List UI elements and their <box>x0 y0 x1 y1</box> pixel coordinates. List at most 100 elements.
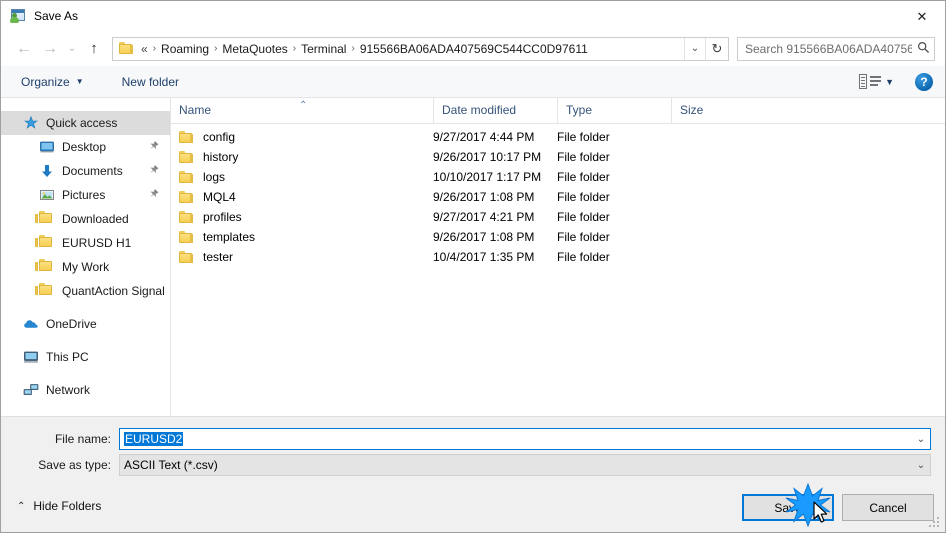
search-icon <box>912 41 934 57</box>
column-header-name[interactable]: Name ⌃ <box>171 98 433 123</box>
sidebar-item-label: Documents <box>62 164 123 178</box>
search-input[interactable]: Search 915566BA06ADA40756... <box>737 36 935 61</box>
sidebar-item-label: My Work <box>62 260 110 274</box>
hide-folders-button[interactable]: ⌃ Hide Folders <box>17 499 101 513</box>
dialog-body: Quick access Desktop Documents Pictures … <box>1 98 945 416</box>
close-icon[interactable]: ✕ <box>899 1 945 31</box>
pin-icon[interactable] <box>144 138 162 156</box>
folder-icon <box>35 283 55 299</box>
file-type-cell: File folder <box>557 130 610 144</box>
up-one-level-icon[interactable]: ↑ <box>81 36 107 62</box>
monitor-icon <box>39 139 55 155</box>
file-name-row: File name: EURUSD2 ⌄ <box>1 428 945 450</box>
address-bar[interactable]: « › Roaming › MetaQuotes › Terminal › 91… <box>112 36 729 61</box>
table-row[interactable]: MQL4 9/26/2017 1:08 PM File folder <box>171 187 945 207</box>
pin-icon[interactable] <box>144 162 162 180</box>
sidebar-item-label: Quick access <box>46 116 118 130</box>
breadcrumb-item-terminal[interactable]: Terminal <box>298 40 349 58</box>
folder-icon <box>35 235 55 251</box>
column-header-name-label: Name <box>179 103 212 117</box>
chevron-up-icon: ⌃ <box>17 500 26 512</box>
help-button[interactable]: ? <box>915 72 933 91</box>
file-list: Name ⌃ Date modified Type Size config 9/… <box>171 98 945 416</box>
breadcrumb: « › Roaming › MetaQuotes › Terminal › 91… <box>134 40 684 58</box>
file-name-cell: history <box>171 150 433 164</box>
table-row[interactable]: config 9/27/2017 4:44 PM File folder <box>171 127 945 147</box>
table-row[interactable]: logs 10/10/2017 1:17 PM File folder <box>171 167 945 187</box>
sidebar-item-label: EURUSD H1 <box>62 236 132 250</box>
file-name-label: config <box>203 130 236 144</box>
table-row[interactable]: templates 9/26/2017 1:08 PM File folder <box>171 227 945 247</box>
folder-icon <box>35 211 55 227</box>
sidebar-item-this-pc[interactable]: This PC <box>1 345 170 369</box>
table-row[interactable]: history 9/26/2017 10:17 PM File folder <box>171 147 945 167</box>
chevron-down-icon[interactable]: ⌄ <box>912 460 930 471</box>
refresh-icon[interactable]: ↻ <box>705 37 728 60</box>
folder-icon <box>179 250 194 264</box>
save-button[interactable]: Save <box>742 494 834 521</box>
breadcrumb-separator: › <box>351 43 355 54</box>
sidebar-item-my-work[interactable]: My Work <box>1 255 170 279</box>
column-header-date-modified[interactable]: Date modified <box>433 98 557 123</box>
address-dropdown-icon[interactable]: ⌄ <box>684 37 705 60</box>
search-placeholder: Search 915566BA06ADA40756... <box>745 41 912 56</box>
file-name-label: history <box>203 150 239 164</box>
save-as-type-select[interactable]: ASCII Text (*.csv) ⌄ <box>119 454 931 476</box>
sidebar-item-quick-access[interactable]: Quick access <box>1 111 170 135</box>
folder-icon <box>179 230 194 244</box>
cancel-button[interactable]: Cancel <box>842 494 934 521</box>
pin-icon[interactable] <box>144 186 162 204</box>
new-folder-button[interactable]: New folder <box>114 71 187 93</box>
change-view-icon[interactable] <box>859 73 882 90</box>
sidebar-item-documents[interactable]: Documents <box>1 159 170 183</box>
network-icon <box>23 382 39 398</box>
file-name-label: profiles <box>203 210 242 224</box>
file-rows: config 9/27/2017 4:44 PM File folder his… <box>171 124 945 267</box>
file-name-selected-text: EURUSD2 <box>124 432 184 446</box>
sidebar-item-label: QuantAction Signal <box>62 284 165 298</box>
file-name-input[interactable]: EURUSD2 ⌄ <box>119 428 931 450</box>
folder-icon <box>179 170 194 184</box>
column-header-type[interactable]: Type <box>557 98 671 123</box>
sidebar-divider <box>1 336 170 345</box>
breadcrumb-item-roaming[interactable]: Roaming <box>158 40 212 58</box>
save-as-dialog: Save As ✕ ← → ⌄ ↑ « › Roaming › MetaQuot… <box>0 0 946 533</box>
sort-ascending-icon: ⌃ <box>299 100 308 111</box>
back-icon[interactable]: ← <box>11 36 37 62</box>
organize-button[interactable]: Organize ▼ <box>13 71 92 93</box>
sidebar-item-network[interactable]: Network <box>1 378 170 402</box>
picture-icon <box>39 187 55 203</box>
folder-icon <box>179 130 194 144</box>
breadcrumb-item-guid[interactable]: 915566BA06ADA407569C544CC0D97611 <box>357 40 591 58</box>
sidebar-item-onedrive[interactable]: OneDrive <box>1 312 170 336</box>
sidebar-item-eurusd-h1[interactable]: EURUSD H1 <box>1 231 170 255</box>
command-toolbar: Organize ▼ New folder ▼ ? <box>1 66 945 98</box>
view-chevron-down-icon[interactable]: ▼ <box>885 77 894 87</box>
sidebar-item-label: Desktop <box>62 140 107 154</box>
save-as-type-value: ASCII Text (*.csv) <box>124 458 218 472</box>
file-type-cell: File folder <box>557 250 610 264</box>
sidebar-item-downloaded[interactable]: Downloaded <box>1 207 170 231</box>
sidebar-item-quantaction-signal[interactable]: QuantAction Signal <box>1 279 170 303</box>
chevron-down-icon[interactable]: ⌄ <box>912 434 930 445</box>
folder-icon <box>179 190 194 204</box>
file-type-cell: File folder <box>557 150 610 164</box>
folder-icon <box>179 150 194 164</box>
table-row[interactable]: tester 10/4/2017 1:35 PM File folder <box>171 247 945 267</box>
breadcrumb-separator: › <box>214 43 218 54</box>
file-type-cell: File folder <box>557 170 610 184</box>
chevron-down-icon: ▼ <box>75 77 84 86</box>
column-header-size[interactable]: Size <box>671 98 751 123</box>
breadcrumb-separator: › <box>152 43 157 54</box>
recent-locations-icon[interactable]: ⌄ <box>63 36 81 62</box>
sidebar-item-label: Network <box>46 383 91 397</box>
sidebar-item-desktop[interactable]: Desktop <box>1 135 170 159</box>
file-name-label: File name: <box>54 432 111 446</box>
forward-icon[interactable]: → <box>37 36 63 62</box>
save-as-type-label: Save as type: <box>38 458 111 472</box>
table-row[interactable]: profiles 9/27/2017 4:21 PM File folder <box>171 207 945 227</box>
sidebar-item-pictures[interactable]: Pictures <box>1 183 170 207</box>
breadcrumb-overflow[interactable]: « <box>138 40 151 58</box>
download-arrow-icon <box>39 163 55 179</box>
breadcrumb-item-metaquotes[interactable]: MetaQuotes <box>219 40 290 58</box>
